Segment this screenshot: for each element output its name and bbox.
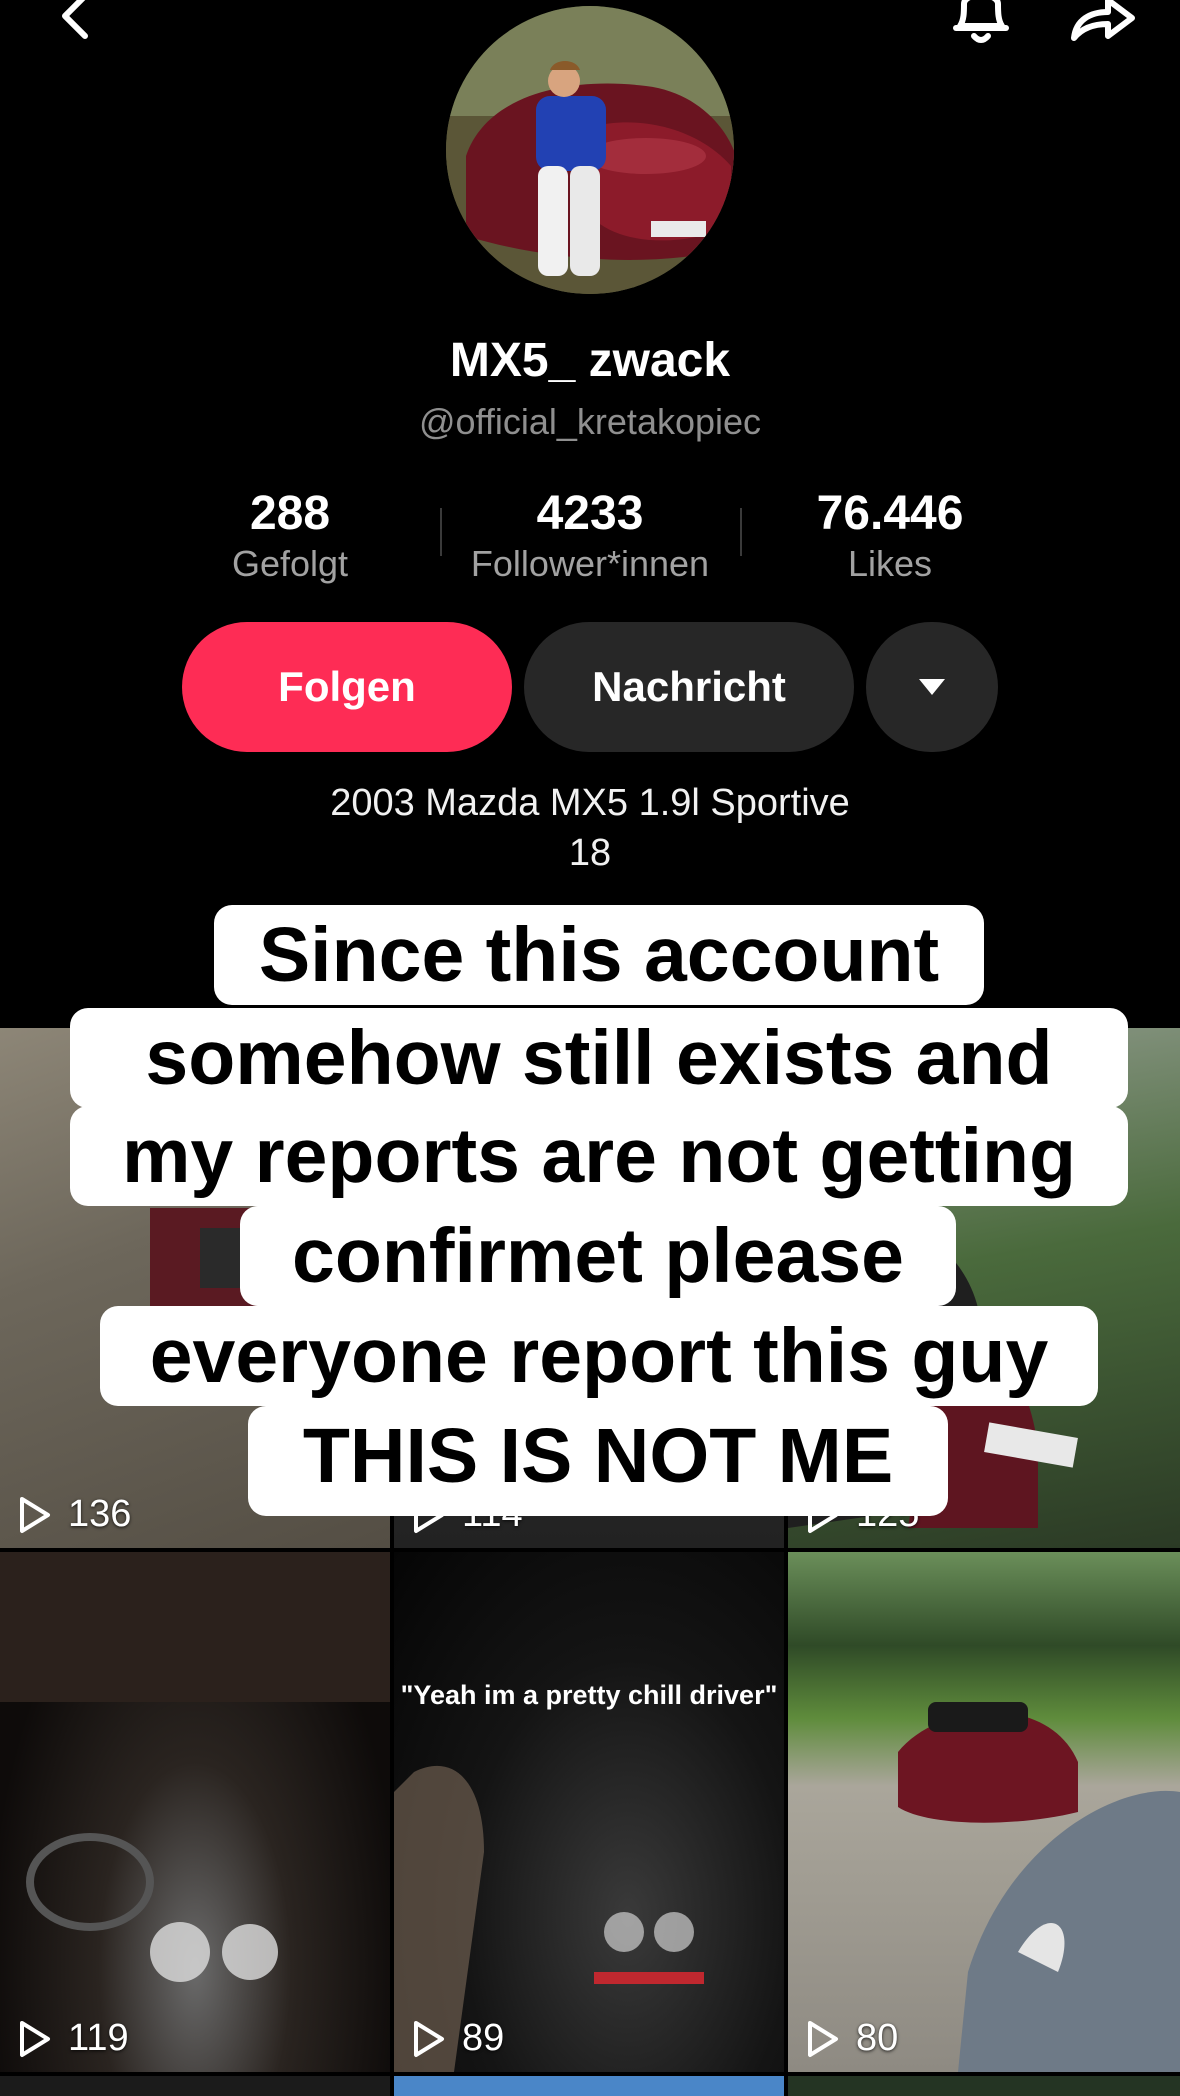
- thumbnail-image: [0, 1552, 390, 1982]
- avatar[interactable]: [446, 6, 734, 294]
- view-count: 136: [18, 1493, 131, 1536]
- play-icon: [20, 2020, 50, 2057]
- thumbnail-image: [898, 1702, 1180, 2072]
- username-handle: @official_kretakopiec: [418, 401, 762, 442]
- stat-value: 76.446: [816, 487, 964, 540]
- caret-down-icon: [919, 679, 945, 695]
- overlay-caption-line: my reports are not getting: [70, 1106, 1128, 1206]
- bio-text: 2003 Mazda MX5 1.9l Sportive: [330, 782, 850, 824]
- chevron-left-icon[interactable]: [55, 0, 95, 44]
- bell-icon[interactable]: [948, 0, 1014, 48]
- stat-value: 288: [249, 487, 331, 540]
- video-thumbnail[interactable]: [788, 2076, 1180, 2096]
- video-thumbnail[interactable]: "Yeah im a pretty chill driver" 89: [394, 1552, 784, 2072]
- stat-label: Gefolgt: [231, 543, 349, 584]
- play-icon: [20, 1496, 50, 1533]
- view-count: 119: [18, 2017, 129, 2060]
- stat-divider: [440, 508, 442, 556]
- video-thumbnail[interactable]: 80: [788, 1552, 1180, 2072]
- bio-text-age: 18: [568, 832, 612, 874]
- overlay-caption-line: confirmet please: [240, 1206, 956, 1306]
- overlay-caption-line: somehow still exists and: [70, 1008, 1128, 1108]
- view-count-value: 119: [68, 2017, 129, 2059]
- overlay-caption-line: Since this account: [214, 905, 984, 1005]
- stat-followers[interactable]: 4233 Follower*innen: [450, 485, 730, 585]
- play-icon: [414, 2020, 444, 2057]
- play-icon: [808, 2020, 838, 2057]
- follow-button[interactable]: Folgen: [182, 622, 512, 752]
- view-count-value: 89: [462, 2017, 505, 2059]
- video-thumbnail[interactable]: [0, 2076, 390, 2096]
- stat-divider: [740, 508, 742, 556]
- view-count: 80: [806, 2017, 898, 2060]
- stat-likes[interactable]: 76.446 Likes: [750, 485, 1030, 585]
- stat-value: 4233: [536, 487, 644, 540]
- overlay-caption-line: everyone report this guy: [100, 1306, 1098, 1406]
- video-thumbnail[interactable]: [394, 2076, 784, 2096]
- overlay-caption-line: THIS IS NOT ME: [248, 1406, 948, 1516]
- view-count-value: 136: [68, 1493, 132, 1535]
- stat-label: Follower*innen: [470, 543, 710, 584]
- stat-following[interactable]: 288 Gefolgt: [150, 485, 430, 585]
- thumbnail-image: [394, 1765, 704, 2072]
- view-count: 89: [412, 2017, 504, 2060]
- message-button[interactable]: Nachricht: [524, 622, 854, 752]
- avatar-photo: [446, 6, 734, 294]
- share-arrow-icon[interactable]: [1066, 0, 1138, 46]
- video-caption: "Yeah im a pretty chill driver": [400, 1680, 778, 1710]
- display-name: MX5_ zwack: [449, 334, 731, 387]
- view-count-value: 80: [856, 2017, 899, 2059]
- video-thumbnail[interactable]: 119: [0, 1552, 390, 2072]
- more-options-button[interactable]: [866, 622, 998, 752]
- stat-label: Likes: [847, 543, 933, 584]
